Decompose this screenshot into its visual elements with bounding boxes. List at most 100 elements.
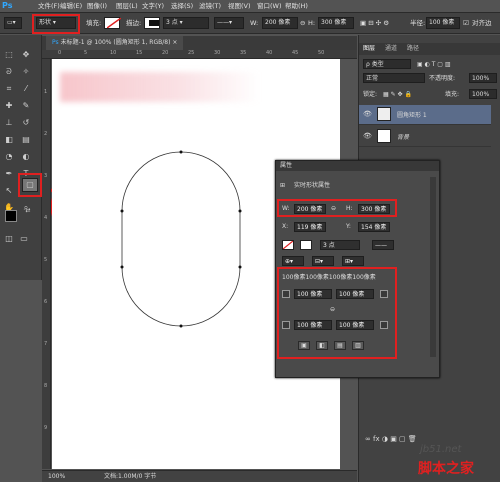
pp-y-label: Y:	[346, 223, 351, 230]
align-edges-label: 对齐边	[472, 19, 492, 27]
tab-layers[interactable]: 图层	[363, 43, 375, 55]
eye-icon[interactable]: 👁	[363, 132, 372, 140]
align-edges-checkbox[interactable]: ☑	[463, 17, 469, 29]
stroke-swatch[interactable]	[144, 17, 160, 29]
healing-tool-icon[interactable]: ✚	[3, 100, 15, 112]
ps-file-icon: Ps	[52, 39, 59, 46]
move-tool-icon[interactable]: ✥	[20, 49, 32, 61]
layer-row-shape[interactable]: 👁 圆角矩形 1	[359, 105, 491, 125]
document-tab[interactable]: Ps 未标题-1 @ 100% (圆角矩形 1, RGB/8) ×	[46, 36, 184, 50]
tab-channels[interactable]: 通道	[385, 43, 397, 55]
ruler-tick: 40	[266, 50, 273, 56]
ruler-tick: 1	[44, 89, 48, 95]
quick-mask-icon[interactable]: ◫	[3, 233, 15, 245]
ruler-tick: 35	[240, 50, 247, 56]
properties-scrollbar[interactable]	[430, 177, 436, 357]
ruler-tick: 8	[44, 383, 48, 389]
pp-x-field[interactable]: 119 像素	[294, 222, 326, 232]
h-field[interactable]: 300 像素	[318, 17, 354, 29]
zoom-level[interactable]: 100%	[48, 471, 65, 482]
eye-icon[interactable]: 👁	[363, 110, 372, 118]
layer-thumbnail	[377, 129, 391, 143]
magic-wand-tool-icon[interactable]: ✧	[20, 66, 32, 78]
pp-stroke-width[interactable]: 3 点	[320, 240, 360, 250]
blend-mode-select[interactable]: 正常	[363, 73, 425, 83]
watermark-name: 脚本之家	[418, 461, 474, 477]
stroke-type-select[interactable]: ——▾	[214, 17, 244, 29]
highlight-corners	[277, 267, 397, 359]
pp-align-select[interactable]: ⊕▾	[282, 256, 304, 266]
stroke-width-value: 3 点	[166, 19, 178, 26]
radius-field[interactable]: 100 像素	[426, 17, 460, 29]
lasso-tool-icon[interactable]: ᘐ	[3, 66, 15, 78]
layer-actions-icons[interactable]: ∞ fx ◑ ▣ ▢ 🗑	[365, 435, 417, 443]
no-fill-icon	[106, 17, 122, 29]
menu-file[interactable]: 文件(F)	[38, 0, 60, 12]
link-icon[interactable]: ⊖	[300, 17, 305, 29]
blur-tool-icon[interactable]: ◔	[3, 151, 15, 163]
menu-filter[interactable]: 滤镜(T)	[199, 0, 221, 12]
screen-mode-icon[interactable]: ▭	[18, 233, 30, 245]
highlight-mode	[32, 14, 80, 34]
eyedropper-tool-icon[interactable]: ⁄	[20, 83, 32, 95]
pp-stroke-type[interactable]: ——	[372, 240, 394, 250]
layer-filter-icons[interactable]: ▣ ◐ T ▢ ▥	[417, 59, 451, 70]
opacity-field[interactable]: 100%	[469, 73, 497, 83]
menu-type[interactable]: 文字(Y)	[142, 0, 164, 12]
lock-icons[interactable]: ▦ ✎ ✥ 🔒	[383, 89, 412, 100]
menu-bar: Ps 文件(F) 编辑(E) 图像(I) 图层(L) 文字(Y) 选择(S) 滤…	[0, 0, 500, 12]
stroke-color-icon	[149, 20, 159, 26]
history-brush-icon[interactable]: ↺	[20, 117, 32, 129]
menu-view[interactable]: 视图(V)	[228, 0, 251, 12]
pp-stroke-swatch[interactable]	[300, 240, 312, 250]
pp-cap-select[interactable]: ⊟▾	[312, 256, 334, 266]
swap-colors-icon[interactable]: ⇄	[22, 205, 34, 217]
fill-label-layers: 填充:	[445, 91, 460, 98]
ruler-tick: 20	[162, 50, 169, 56]
pp-y-field[interactable]: 154 像素	[358, 222, 390, 232]
menu-image[interactable]: 图像(I)	[87, 0, 107, 12]
ruler-horizontal: 0 5 10 15 20 25 30 35 40 45 50	[42, 50, 357, 59]
menu-window[interactable]: 窗口(W)	[257, 0, 282, 12]
menu-select[interactable]: 选择(S)	[171, 0, 193, 12]
menu-edit[interactable]: 编辑(E)	[60, 0, 82, 12]
crop-tool-icon[interactable]: ⌗	[3, 83, 15, 95]
menu-layer[interactable]: 图层(L)	[116, 0, 138, 12]
app-logo: Ps	[2, 1, 13, 10]
gradient-tool-icon[interactable]: ▤	[20, 134, 32, 146]
layer-row-background[interactable]: 👁 背景	[359, 127, 491, 147]
eraser-tool-icon[interactable]: ◧	[3, 134, 15, 146]
pp-fill-swatch[interactable]	[282, 240, 294, 250]
stamp-tool-icon[interactable]: ⊥	[3, 117, 15, 129]
ruler-tick: 25	[188, 50, 195, 56]
ruler-tick: 2	[44, 131, 48, 137]
opacity-label: 不透明度:	[429, 75, 456, 82]
properties-header: 属性	[276, 161, 439, 171]
shape-props-icon: ⊞	[280, 182, 286, 189]
tool-preset-picker[interactable]: ▭▾	[4, 17, 22, 29]
ruler-tick: 6	[44, 299, 48, 305]
ruler-vertical: 1 2 3 4 5 6 7 8 9	[42, 59, 51, 469]
menu-help[interactable]: 帮助(H)	[285, 0, 308, 12]
layer-filter-select[interactable]: ρ 类型	[363, 59, 411, 69]
tab-paths[interactable]: 路径	[407, 43, 419, 55]
foreground-color-swatch[interactable]	[5, 210, 17, 222]
document-info[interactable]: 文档:1.00M/0 字节	[104, 471, 156, 482]
stroke-width-field[interactable]: 3 点 ▾	[163, 17, 209, 29]
ruler-tick: 5	[84, 50, 88, 56]
w-field[interactable]: 200 像素	[262, 17, 298, 29]
layer-name: 背景	[397, 134, 410, 141]
fill-field[interactable]: 100%	[469, 89, 497, 99]
pp-join-select[interactable]: ⊞▾	[342, 256, 364, 266]
marquee-tool-icon[interactable]: ⬚	[3, 49, 15, 61]
fill-swatch[interactable]	[104, 17, 122, 29]
document-tab-bar: Ps 未标题-1 @ 100% (圆角矩形 1, RGB/8) ×	[42, 36, 357, 50]
brush-tool-icon[interactable]: ✎	[20, 100, 32, 112]
ruler-tick: 3	[44, 173, 48, 179]
pen-tool-icon[interactable]: ✒	[3, 168, 15, 180]
path-select-tool-icon[interactable]: ↖	[3, 185, 15, 197]
dodge-tool-icon[interactable]: ◐	[20, 151, 32, 163]
path-ops-icon[interactable]: ▣ ⊟ ✣ ⚙	[360, 17, 389, 29]
w-label: W:	[250, 19, 259, 27]
watermark-site: jb51.net	[420, 444, 462, 455]
